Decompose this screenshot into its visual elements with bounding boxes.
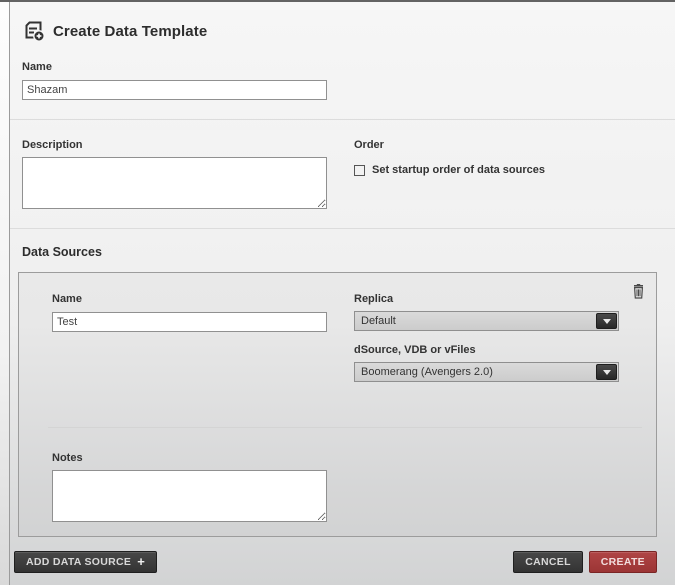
source-select-label: dSource, VDB or vFiles (354, 344, 640, 356)
card-divider (48, 427, 642, 428)
template-name-label: Name (22, 61, 675, 73)
trash-icon (632, 284, 645, 299)
source-name-label: Name (52, 293, 354, 305)
dialog-footer: ADD DATA SOURCE + CANCEL CREATE (14, 551, 657, 573)
notes-label: Notes (52, 452, 656, 464)
data-sources-heading: Data Sources (22, 245, 675, 259)
source-dropdown-arrow-button[interactable] (596, 364, 617, 380)
divider (10, 228, 675, 229)
replica-selected-value: Default (361, 315, 396, 327)
source-name-field: Name (52, 293, 354, 382)
create-button-label: CREATE (601, 556, 645, 568)
page-title: Create Data Template (53, 23, 207, 40)
description-field: Description (22, 139, 354, 209)
delete-data-source-button[interactable] (631, 284, 645, 300)
replica-dropdown[interactable]: Default (354, 311, 619, 331)
chevron-down-icon (603, 370, 611, 375)
document-add-icon (22, 19, 46, 43)
cancel-button[interactable]: CANCEL (513, 551, 583, 573)
startup-order-checkbox[interactable] (354, 165, 365, 176)
add-data-source-button-label: ADD DATA SOURCE (26, 556, 131, 568)
replica-dropdown-arrow-button[interactable] (596, 313, 617, 329)
source-dropdown[interactable]: Boomerang (Avengers 2.0) (354, 362, 619, 382)
create-button[interactable]: CREATE (589, 551, 657, 573)
source-selected-value: Boomerang (Avengers 2.0) (361, 366, 493, 378)
data-source-card: Name Replica Default dSource, VDB or vFi… (18, 272, 657, 537)
replica-label: Replica (354, 293, 640, 305)
chevron-down-icon (603, 319, 611, 324)
divider (10, 119, 675, 120)
dialog-left-gutter (0, 2, 9, 585)
create-data-template-dialog: Create Data Template Name Description Or… (10, 2, 675, 585)
plus-icon: + (137, 555, 145, 568)
source-name-input[interactable] (52, 312, 327, 332)
description-label: Description (22, 139, 354, 151)
order-field: Order Set startup order of data sources (354, 139, 675, 209)
description-textarea[interactable] (22, 157, 327, 209)
dialog-header: Create Data Template (22, 18, 675, 44)
order-label: Order (354, 139, 675, 151)
template-name-field: Name (22, 61, 675, 100)
notes-field: Notes (52, 452, 656, 522)
template-name-input[interactable] (22, 80, 327, 100)
add-data-source-button[interactable]: ADD DATA SOURCE + (14, 551, 157, 573)
notes-textarea[interactable] (52, 470, 327, 522)
cancel-button-label: CANCEL (525, 556, 571, 568)
startup-order-checkbox-label[interactable]: Set startup order of data sources (372, 164, 545, 176)
